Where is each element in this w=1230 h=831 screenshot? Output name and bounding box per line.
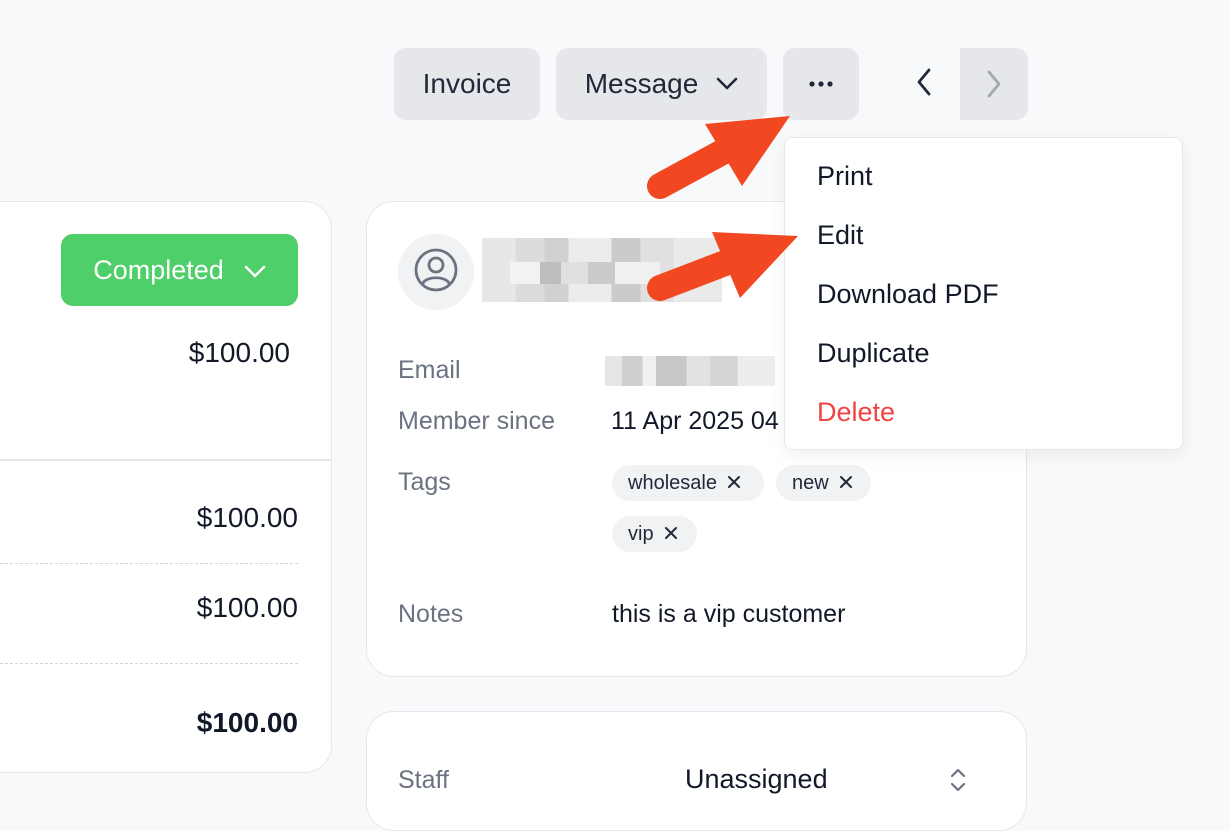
arrow-annotation-icon bbox=[647, 232, 798, 301]
annotation-arrows bbox=[647, 116, 798, 301]
arrow-annotation-icon bbox=[647, 116, 790, 199]
